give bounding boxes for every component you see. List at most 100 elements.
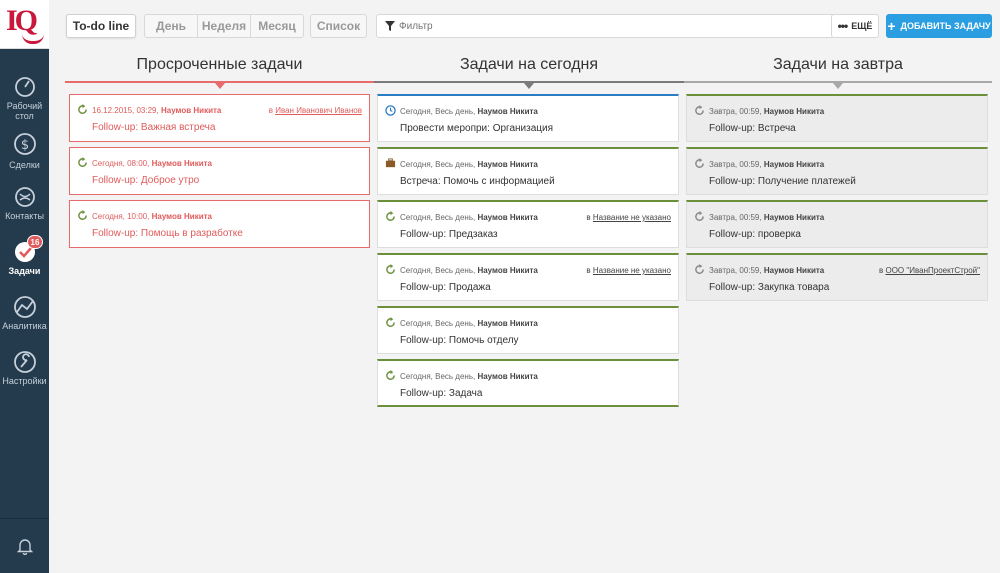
column-title: Задачи на завтра [773, 56, 903, 73]
more-button[interactable]: ••• ЕЩЁ [831, 14, 879, 38]
task-title: Follow-up: Важная встреча [92, 122, 216, 133]
column-title: Задачи на сегодня [459, 56, 599, 73]
wrench-icon [13, 351, 36, 373]
task-card[interactable]: Сегодня, Весь день, Наумов Никита Провес… [377, 94, 679, 142]
sidebar-item-analytics[interactable]: Аналитика [0, 295, 49, 350]
sidebar-item-settings[interactable]: Настройки [0, 350, 49, 405]
week-button[interactable]: Неделя [198, 15, 251, 37]
refresh-icon [386, 211, 395, 221]
clock-icon [385, 105, 396, 116]
app-logo[interactable]: IQ [0, 0, 49, 49]
task-link[interactable]: Название не указано [593, 213, 671, 222]
task-title: Follow-up: Продажа [400, 282, 491, 293]
refresh-icon [386, 370, 395, 380]
refresh-icon [695, 158, 704, 168]
task-time: Завтра, 00:59, [709, 107, 762, 116]
task-title: Встреча: Помочь с информацией [400, 176, 555, 187]
tasks-badge: 16 [27, 235, 43, 249]
sidebar-item-dashboard[interactable]: Рабочий стол [0, 75, 49, 130]
task-card[interactable]: Сегодня, 10:00, Наумов Никита Follow-up:… [69, 200, 370, 248]
task-title: Follow-up: Помощь в разработке [92, 228, 243, 239]
analytics-icon [13, 296, 36, 318]
task-time: Сегодня, Весь день, [400, 107, 476, 116]
logo-text: IQ [6, 4, 38, 37]
task-time: Сегодня, Весь день, [400, 213, 476, 222]
bell-icon [16, 539, 33, 555]
add-task-button[interactable]: + ДОБАВИТЬ ЗАДАЧУ [886, 14, 992, 38]
refresh-icon [78, 104, 87, 114]
sidebar: IQ Рабочий стол $ Сделки Контакты 16 Зад… [0, 0, 49, 573]
task-time: Сегодня, Весь день, [400, 266, 476, 275]
task-user: Наумов Никита [763, 107, 825, 116]
list-button[interactable]: Список [310, 14, 367, 38]
task-user: Наумов Никита [477, 372, 538, 381]
sidebar-item-tasks[interactable]: 16 Задачи [0, 235, 49, 295]
refresh-icon [78, 210, 87, 220]
task-card[interactable]: Завтра, 00:59, Наумов Никита Follow-up: … [686, 200, 988, 248]
task-time: Сегодня, Весь день, [400, 319, 476, 328]
task-title: Follow-up: Закупка товара [709, 282, 830, 293]
svg-text:$: $ [20, 138, 28, 153]
dashboard-icon [14, 77, 35, 97]
task-card[interactable]: 16.12.2015, 03:29, Наумов Никита в Иван … [69, 94, 370, 142]
task-card[interactable]: Завтра, 00:59, Наумов Никита Follow-up: … [686, 147, 988, 195]
task-title: Follow-up: Встреча [709, 123, 796, 134]
more-dots-icon: ••• [837, 19, 849, 33]
task-card[interactable]: Сегодня, Весь день, Наумов Никита в Назв… [377, 253, 679, 301]
sidebar-item-contacts[interactable]: Контакты [0, 185, 49, 240]
dollar-icon: $ [13, 133, 36, 155]
add-task-label: ДОБАВИТЬ ЗАДАЧУ [900, 21, 991, 31]
task-time: Сегодня, 10:00, [92, 212, 150, 221]
task-time: Сегодня, Весь день, [400, 372, 476, 381]
task-card[interactable]: Завтра, 00:59, Наумов Никита в ООО "Иван… [686, 253, 988, 301]
task-card[interactable]: Сегодня, Весь день, Наумов Никита Follow… [377, 359, 679, 407]
filter-input[interactable] [399, 20, 839, 32]
sidebar-item-deals[interactable]: $ Сделки [0, 130, 49, 185]
link-prefix: в [268, 106, 273, 115]
task-time: Завтра, 00:59, [709, 266, 762, 275]
task-card[interactable]: Сегодня, 08:00, Наумов Никита Follow-up:… [69, 147, 370, 195]
filter-field[interactable] [376, 14, 869, 38]
task-title: Follow-up: Получение платежей [709, 176, 856, 187]
link-prefix: в [586, 266, 591, 275]
task-card[interactable]: Сегодня, Весь день, Наумов Никита в Назв… [377, 200, 679, 248]
day-button[interactable]: День [145, 15, 198, 37]
refresh-icon [695, 211, 704, 221]
task-user: Наумов Никита [477, 266, 538, 275]
task-card[interactable]: Сегодня, Весь день, Наумов Никита Встреч… [377, 147, 679, 195]
task-title: Follow-up: Предзаказ [400, 229, 498, 240]
task-time: Завтра, 00:59, [709, 213, 762, 222]
sidebar-item-label: Аналитика [2, 321, 47, 331]
task-time: 16.12.2015, 03:29, [92, 106, 159, 115]
task-user: Наумов Никита [763, 266, 825, 275]
task-time: Завтра, 00:59, [709, 160, 762, 169]
sidebar-item-label: Сделки [9, 160, 40, 170]
sidebar-item-label: Настройки [2, 376, 47, 386]
sidebar-item-label: Рабочий стол [6, 101, 43, 121]
task-title: Follow-up: проверка [709, 229, 801, 240]
refresh-icon [386, 317, 395, 327]
task-user: Наумов Никита [151, 159, 212, 168]
todo-line-button[interactable]: To-do line [66, 14, 136, 38]
toolbar: To-do line День Неделя Месяц Список ••• … [49, 0, 1000, 52]
month-button[interactable]: Месяц [251, 15, 303, 37]
task-user: Наумов Никита [477, 160, 538, 169]
task-link[interactable]: Иван Иванович Иванов [275, 106, 362, 115]
sidebar-item-label: Контакты [5, 211, 44, 221]
task-user: Наумов Никита [763, 160, 825, 169]
task-time: Сегодня, Весь день, [400, 160, 476, 169]
column-title: Просроченные задачи [136, 56, 303, 73]
task-link[interactable]: ООО "ИванПроектСтрой" [885, 266, 980, 275]
task-time: Сегодня, 08:00, [92, 159, 150, 168]
filter-icon [385, 21, 395, 31]
refresh-icon [695, 264, 704, 274]
task-card[interactable]: Завтра, 00:59, Наумов Никита Follow-up: … [686, 94, 988, 142]
plus-icon: + [887, 18, 896, 34]
task-title: Follow-up: Доброе утро [92, 175, 200, 186]
briefcase-icon [385, 158, 396, 168]
task-link[interactable]: Название не указано [593, 266, 671, 275]
task-card[interactable]: Сегодня, Весь день, Наумов Никита Follow… [377, 306, 679, 354]
notifications-button[interactable] [0, 518, 49, 573]
task-title: Провести меропри: Организация [400, 123, 554, 134]
more-label: ЕЩЁ [851, 21, 873, 31]
